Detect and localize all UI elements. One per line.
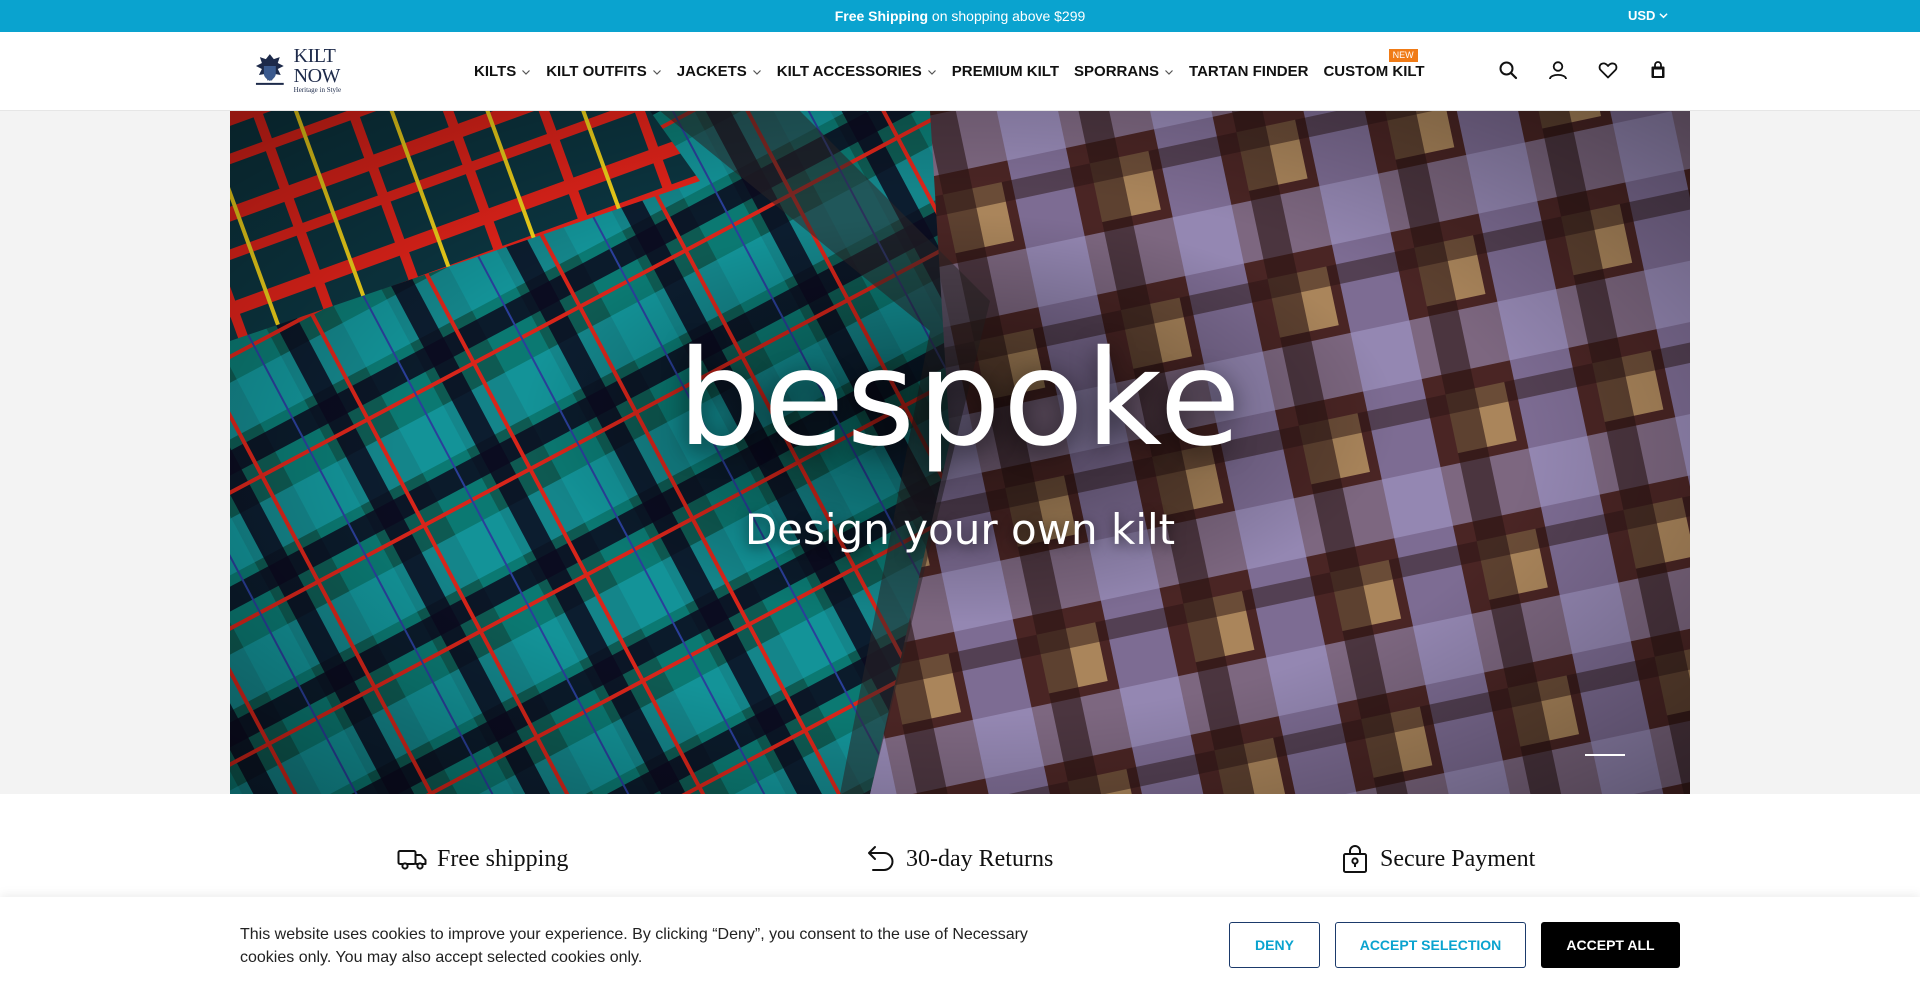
nav-item-jackets[interactable]: JACKETS	[677, 63, 762, 80]
nav-item-sporrans[interactable]: SPORRANS	[1074, 63, 1174, 80]
nav-label: TARTAN FINDER	[1189, 63, 1309, 80]
nav-item-kilt-accessories[interactable]: KILT ACCESSORIES	[777, 63, 937, 80]
announcement-text: on shopping above $299	[928, 8, 1086, 24]
nav-item-custom-kilt[interactable]: CUSTOM KILT NEW	[1323, 49, 1425, 80]
crest-icon	[255, 54, 284, 85]
nav-item-premium-kilt[interactable]: PREMIUM KILT	[952, 63, 1059, 80]
nav-item-kilts[interactable]: KILTS	[474, 63, 531, 80]
feature-label: Free shipping	[437, 845, 569, 872]
hero-banner[interactable]: bespoke Design your own kilt	[230, 111, 1690, 794]
wishlist-icon[interactable]	[1598, 60, 1618, 80]
site-logo[interactable]: KILT NOW Heritage in Style	[250, 46, 385, 94]
return-icon	[868, 846, 894, 871]
nav-label: JACKETS	[676, 63, 747, 80]
new-badge: NEW	[1388, 49, 1418, 62]
feature-returns: 30-day Returns	[866, 844, 1053, 874]
nav-label: PREMIUM KILT	[951, 63, 1060, 80]
chevron-down-icon	[1165, 70, 1173, 75]
hero-section: bespoke Design your own kilt	[0, 111, 1920, 794]
hero-title: bespoke	[677, 322, 1243, 476]
nav-label: KILT ACCESSORIES	[776, 63, 922, 80]
feature-free-shipping: Free shipping	[397, 844, 568, 874]
hero-subtitle: Design your own kilt	[744, 505, 1176, 554]
nav-label: KILTS	[474, 63, 517, 80]
nav-item-kilt-outfits[interactable]: KILT OUTFITS	[546, 63, 662, 80]
lock-bag-icon	[1343, 845, 1367, 873]
feature-label: 30-day Returns	[906, 845, 1054, 872]
logo-tagline: Heritage in Style	[293, 86, 342, 94]
truck-icon	[397, 850, 427, 870]
accept-all-button[interactable]: ACCEPT ALL	[1541, 922, 1680, 968]
currency-label: USD	[1628, 8, 1656, 23]
search-icon[interactable]	[1498, 60, 1518, 80]
chevron-down-icon	[927, 70, 936, 75]
logo-name: KILT NOW	[293, 45, 341, 87]
account-icon[interactable]	[1548, 60, 1568, 80]
nav-label: SPORRANS	[1074, 63, 1160, 80]
nav-label: CUSTOM KILT	[1323, 63, 1425, 80]
cookie-text: This website uses cookies to improve you…	[240, 926, 1028, 966]
header-icons	[1498, 60, 1668, 80]
feature-label: Secure Payment	[1380, 845, 1536, 872]
nav-label: KILT OUTFITS	[546, 63, 647, 80]
chevron-down-icon	[522, 70, 531, 75]
cart-icon[interactable]	[1648, 60, 1668, 80]
announcement-bold: Free Shipping	[834, 8, 929, 24]
features-strip: Free shipping 30-day Returns Secure Paym…	[0, 794, 1920, 894]
chevron-down-icon	[1659, 13, 1669, 19]
accept-selection-button[interactable]: ACCEPT SELECTION	[1335, 922, 1526, 968]
chevron-down-icon	[752, 70, 761, 75]
feature-secure-payment: Secure Payment	[1340, 844, 1535, 874]
nav-item-tartan-finder[interactable]: TARTAN FINDER	[1189, 63, 1308, 80]
announcement-bar: Free Shipping on shopping above $299 USD	[0, 0, 1920, 32]
currency-selector[interactable]: USD	[1628, 8, 1669, 23]
chevron-down-icon	[652, 70, 661, 75]
cookie-banner: This website uses cookies to improve you…	[0, 897, 1920, 993]
main-nav: KILTS KILT OUTFITS JACKETS KILT ACCESSOR…	[474, 49, 1425, 80]
slide-indicator[interactable]	[1585, 754, 1625, 756]
deny-button[interactable]: DENY	[1229, 922, 1320, 968]
